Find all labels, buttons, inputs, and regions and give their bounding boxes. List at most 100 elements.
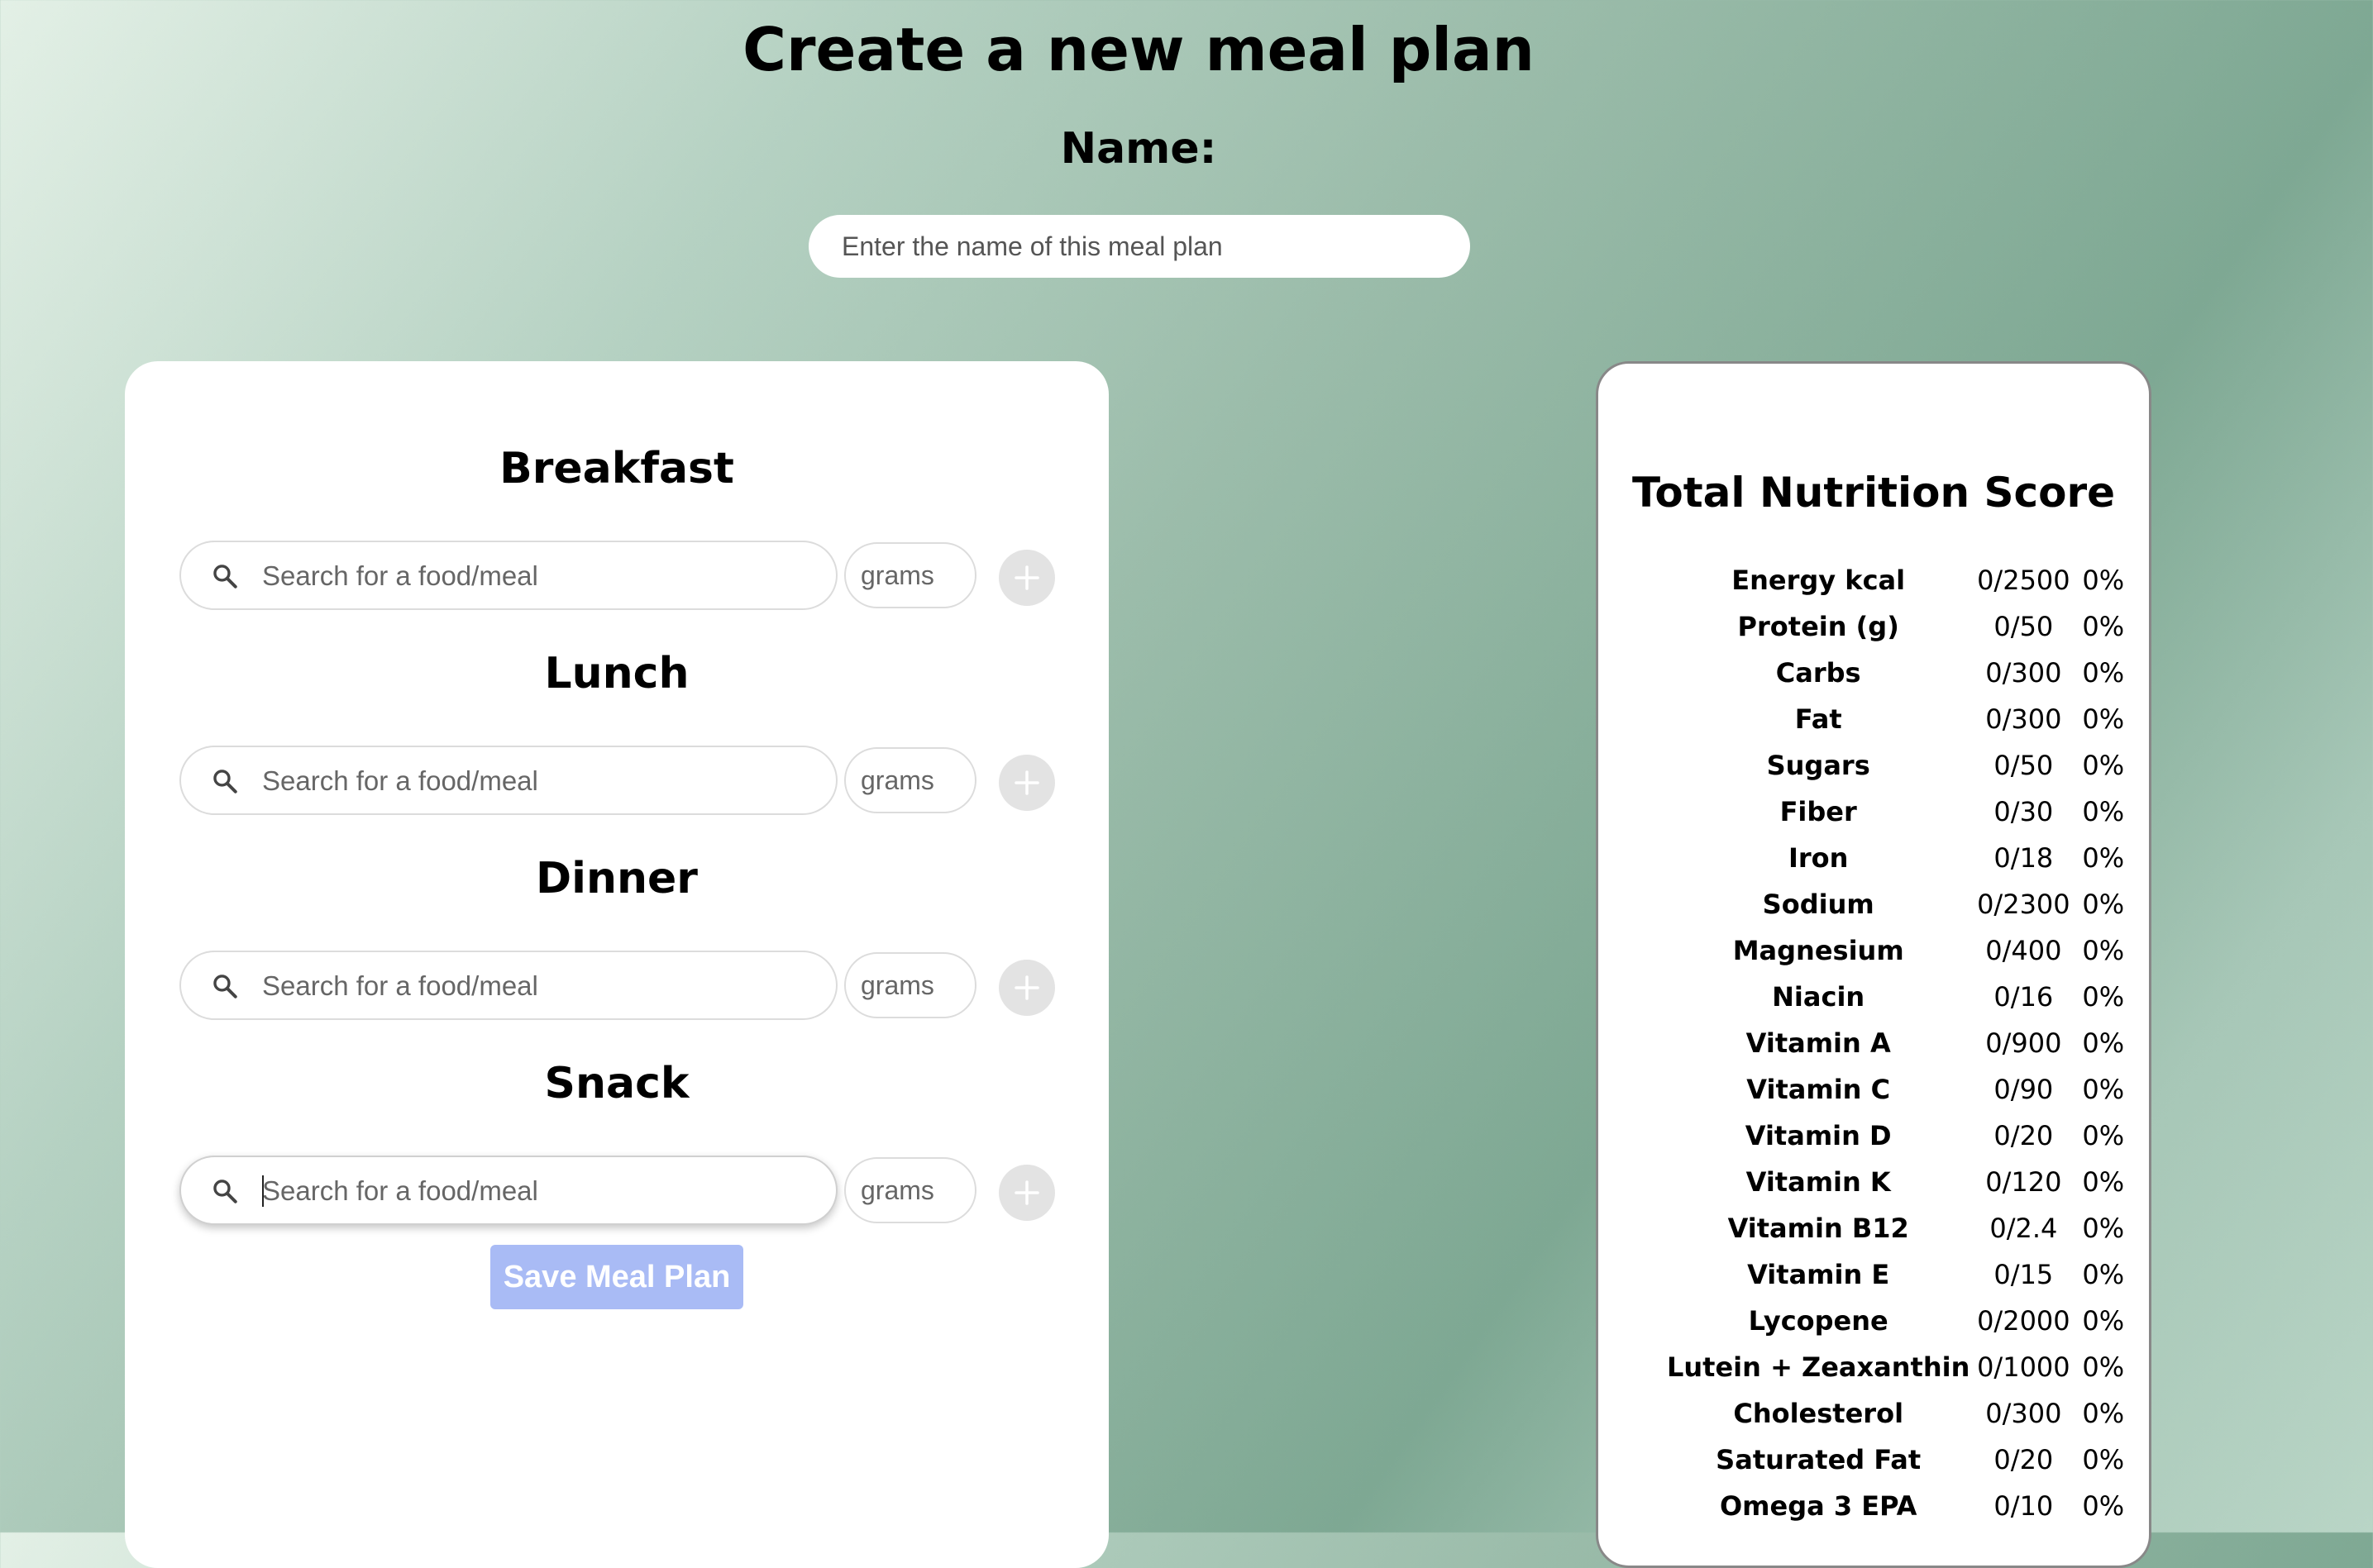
nutrient-percent: 0% [2082, 1120, 2125, 1151]
nutrient-percent: 0% [2082, 889, 2125, 920]
nutrient-percent: 0% [2082, 1259, 2125, 1290]
nutrient-percent: 0% [2082, 703, 2125, 735]
nutrient-name: Niacin [1772, 981, 1865, 1013]
nutrient-name: Cholesterol [1733, 1398, 1904, 1429]
nutrition-title: Total Nutrition Score [1631, 469, 2116, 517]
meal-heading-dinner: Dinner [536, 854, 698, 903]
nutrient-name: Vitamin B12 [1727, 1213, 1909, 1244]
plus-icon [1015, 975, 1039, 1000]
nutrient-value: 0/300 [1985, 657, 2062, 689]
nutrient-percent: 0% [2082, 842, 2125, 874]
nutrient-name: Saturated Fat [1716, 1444, 1922, 1475]
nutrient-name: Vitamin A [1745, 1027, 1891, 1059]
grams-input-breakfast[interactable] [844, 542, 976, 608]
add-food-button-dinner[interactable] [999, 960, 1055, 1016]
food-search-dinner[interactable] [179, 951, 838, 1020]
nutrient-percent: 0% [2082, 796, 2125, 827]
nutrient-row: Sodium 0/2300 0% [1667, 881, 2132, 927]
nutrient-percent: 0% [2082, 1398, 2125, 1429]
nutrition-score-card: Total Nutrition Score Energy kcal 0/2500 0… [1596, 361, 2151, 1568]
text-cursor [262, 1175, 264, 1207]
nutrient-name: Omega 3 EPA [1719, 1490, 1917, 1522]
nutrient-table: Energy kcal 0/2500 0% Protein (g) 0/50 0% Carb… [1667, 557, 2132, 1529]
nutrient-value: 0/2500 [1977, 565, 2070, 596]
nutrient-row: Cholesterol 0/300 0% [1667, 1390, 2132, 1437]
add-food-button-snack[interactable] [999, 1165, 1055, 1221]
search-icon [211, 767, 239, 795]
plus-icon [1015, 770, 1039, 795]
nutrient-value: 0/16 [1993, 981, 2054, 1013]
page-title: Create a new meal plan [742, 15, 1535, 84]
add-food-button-breakfast[interactable] [999, 550, 1055, 606]
nutrient-value: 0/300 [1985, 703, 2062, 735]
nutrient-value: 0/1000 [1977, 1351, 2070, 1383]
nutrient-value: 0/50 [1993, 611, 2054, 642]
nutrient-name: Iron [1788, 842, 1849, 874]
plus-icon [1015, 1180, 1039, 1205]
food-search-snack[interactable] [179, 1156, 838, 1225]
nutrient-value: 0/900 [1985, 1027, 2062, 1059]
nutrient-name: Sugars [1766, 750, 1870, 781]
nutrient-percent: 0% [2082, 1444, 2125, 1475]
nutrient-percent: 0% [2082, 611, 2125, 642]
nutrient-name: Protein (g) [1737, 611, 1899, 642]
meal-heading-lunch: Lunch [544, 649, 690, 698]
grams-input-lunch[interactable] [844, 747, 976, 813]
meal-plan-name-input[interactable] [809, 215, 1470, 278]
nutrient-name: Vitamin C [1746, 1074, 1891, 1105]
nutrient-percent: 0% [2082, 1305, 2125, 1337]
nutrient-name: Vitamin E [1747, 1259, 1890, 1290]
food-search-lunch[interactable] [179, 746, 838, 815]
nutrient-row: Vitamin D 0/20 0% [1667, 1113, 2132, 1159]
grams-input-dinner[interactable] [844, 952, 976, 1018]
nutrient-name: Sodium [1762, 889, 1874, 920]
food-search-input-dinner[interactable] [260, 952, 809, 1020]
nutrient-name: Fat [1794, 703, 1842, 735]
nutrient-row: Fiber 0/30 0% [1667, 789, 2132, 835]
nutrient-name: Carbs [1775, 657, 1861, 689]
save-meal-plan-button[interactable]: Save Meal Plan [490, 1245, 743, 1309]
nutrient-value: 0/50 [1993, 750, 2054, 781]
nutrient-value: 0/15 [1993, 1259, 2054, 1290]
nutrient-percent: 0% [2082, 1351, 2125, 1383]
meal-heading-snack: Snack [544, 1059, 690, 1108]
nutrient-row: Vitamin C 0/90 0% [1667, 1066, 2132, 1113]
nutrient-row: Vitamin A 0/900 0% [1667, 1020, 2132, 1066]
food-search-input-snack[interactable] [260, 1157, 809, 1225]
nutrient-name: Lutein + Zeaxanthin [1667, 1351, 1970, 1383]
nutrient-percent: 0% [2082, 657, 2125, 689]
plus-icon [1015, 565, 1039, 590]
nutrient-percent: 0% [2082, 1027, 2125, 1059]
nutrient-value: 0/90 [1993, 1074, 2054, 1105]
grams-input-snack[interactable] [844, 1157, 976, 1223]
food-search-input-lunch[interactable] [260, 747, 809, 815]
nutrient-percent: 0% [2082, 981, 2125, 1013]
nutrient-row: Protein (g) 0/50 0% [1667, 603, 2132, 650]
nutrient-value: 0/2000 [1977, 1305, 2070, 1337]
food-search-breakfast[interactable] [179, 541, 838, 610]
nutrient-value: 0/120 [1985, 1166, 2062, 1198]
nutrient-row: Iron 0/18 0% [1667, 835, 2132, 881]
add-food-button-lunch[interactable] [999, 755, 1055, 811]
nutrient-value: 0/10 [1993, 1490, 2054, 1522]
nutrient-name: Energy kcal [1731, 565, 1906, 596]
nutrient-row: Vitamin E 0/15 0% [1667, 1251, 2132, 1298]
nutrient-value: 0/300 [1985, 1398, 2062, 1429]
nutrient-row: Saturated Fat 0/20 0% [1667, 1437, 2132, 1483]
nutrient-percent: 0% [2082, 750, 2125, 781]
nutrient-row: Magnesium 0/400 0% [1667, 927, 2132, 974]
food-search-input-breakfast[interactable] [260, 542, 809, 610]
nutrient-row: Niacin 0/16 0% [1667, 974, 2132, 1020]
search-icon [211, 562, 239, 590]
meals-card: Breakfast Lunch Dinner Snack [125, 361, 1109, 1568]
nutrient-value: 0/400 [1985, 935, 2062, 966]
nutrient-percent: 0% [2082, 935, 2125, 966]
nutrient-row: Vitamin K 0/120 0% [1667, 1159, 2132, 1205]
nutrient-percent: 0% [2082, 1074, 2125, 1105]
nutrient-row: Sugars 0/50 0% [1667, 742, 2132, 789]
nutrient-value: 0/18 [1993, 842, 2054, 874]
nutrient-value: 0/20 [1993, 1444, 2054, 1475]
nutrient-row: Fat 0/300 0% [1667, 696, 2132, 742]
nutrient-row: Carbs 0/300 0% [1667, 650, 2132, 696]
search-icon [211, 972, 239, 1000]
